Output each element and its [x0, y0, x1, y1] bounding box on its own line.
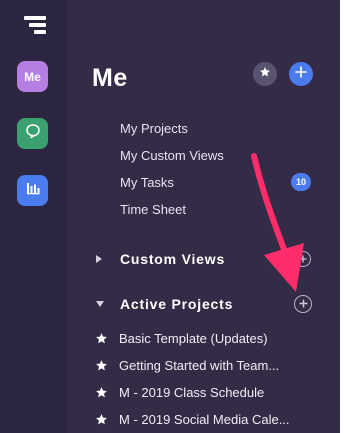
project-item[interactable]: Getting Started with Team... — [95, 358, 279, 373]
triangle-right-icon — [95, 254, 109, 264]
project-item[interactable]: M - 2019 Social Media Cale... — [95, 412, 290, 427]
project-name: M - 2019 Class Schedule — [119, 385, 265, 400]
reports-button[interactable] — [17, 175, 48, 206]
star-icon[interactable] — [95, 359, 109, 372]
star-icon[interactable] — [95, 332, 109, 345]
star-icon[interactable] — [95, 386, 109, 399]
me-avatar-button[interactable]: Me — [17, 61, 48, 92]
tasks-count-badge: 10 — [291, 173, 311, 191]
chat-bubble-icon — [25, 123, 41, 144]
favorite-button[interactable] — [253, 62, 277, 86]
me-avatar-label: Me — [24, 69, 41, 84]
circle-plus-icon — [299, 295, 308, 313]
stacked-bars-logo-icon[interactable] — [24, 16, 46, 36]
bar-chart-icon — [26, 181, 40, 200]
plus-icon — [295, 65, 307, 83]
menu-item-my-custom-views[interactable]: My Custom Views — [120, 148, 224, 163]
project-item[interactable]: Basic Template (Updates) — [95, 331, 268, 346]
star-icon — [259, 65, 271, 83]
star-icon[interactable] — [95, 413, 109, 426]
triangle-down-icon — [95, 300, 109, 308]
section-active-projects-label: Active Projects — [120, 296, 234, 312]
menu-item-my-tasks[interactable]: My Tasks — [120, 175, 174, 190]
menu-item-my-projects[interactable]: My Projects — [120, 121, 188, 136]
window-edge — [340, 0, 344, 433]
project-name: Getting Started with Team... — [119, 358, 280, 373]
add-button[interactable] — [289, 62, 313, 86]
menu-item-time-sheet[interactable]: Time Sheet — [120, 202, 186, 217]
project-name: Basic Template (Updates) — [119, 331, 268, 346]
add-project-button[interactable] — [294, 295, 312, 313]
section-active-projects[interactable]: Active Projects — [95, 296, 233, 312]
circle-plus-icon — [299, 250, 307, 268]
section-custom-views[interactable]: Custom Views — [95, 251, 225, 267]
add-custom-view-button[interactable] — [295, 251, 311, 267]
project-name: M - 2019 Social Media Cale... — [119, 412, 290, 427]
section-custom-views-label: Custom Views — [120, 251, 226, 267]
chat-button[interactable] — [17, 118, 48, 149]
project-item[interactable]: M - 2019 Class Schedule — [95, 385, 264, 400]
page-title: Me — [92, 64, 128, 92]
main-panel: Me My Projects My Custom Views My Tasks … — [67, 0, 344, 433]
left-rail: Me — [0, 0, 67, 433]
